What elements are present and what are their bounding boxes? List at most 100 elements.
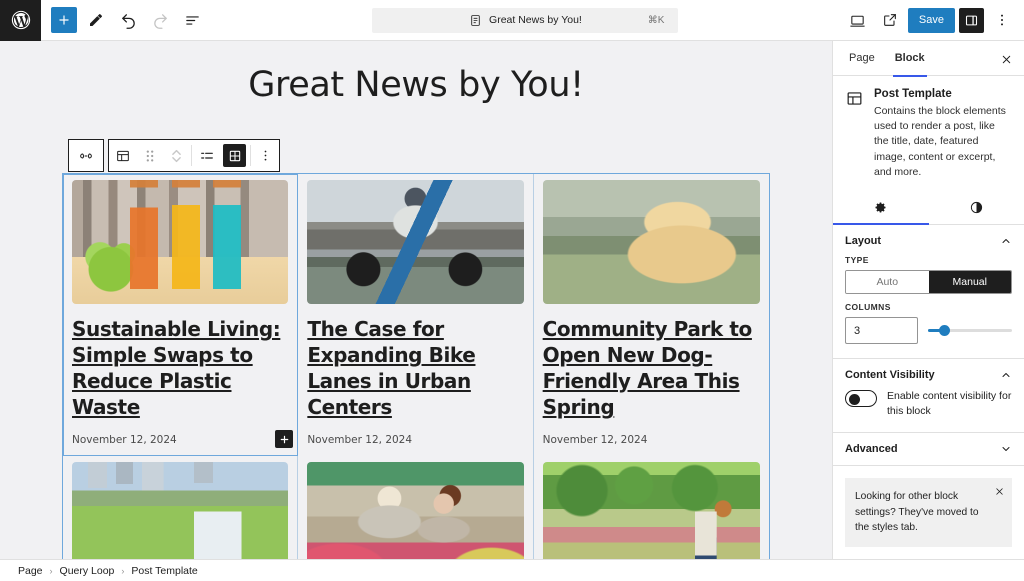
content-visibility-toggle[interactable] bbox=[845, 390, 877, 408]
block-description: Contains the block elements used to rend… bbox=[874, 105, 1006, 178]
external-link-icon bbox=[884, 14, 896, 26]
post-featured-image[interactable] bbox=[542, 462, 760, 559]
content-visibility-section: Content Visibility Enable content visibi… bbox=[833, 359, 1024, 434]
list-layout-button[interactable] bbox=[193, 140, 220, 171]
block-appender-button[interactable] bbox=[275, 430, 294, 448]
breadcrumb-item-page[interactable]: Page bbox=[18, 565, 43, 577]
plus-icon bbox=[59, 15, 69, 25]
document-shortcut: ⌘K bbox=[647, 14, 665, 26]
layout-type-auto-button[interactable]: Auto bbox=[846, 271, 929, 294]
redo-arrow-icon bbox=[153, 13, 167, 29]
close-x-icon bbox=[996, 488, 1003, 496]
toolbar-divider-2 bbox=[250, 145, 251, 166]
post-date[interactable]: November 12, 2024 bbox=[543, 434, 760, 446]
chevron-up-icon bbox=[1002, 239, 1010, 244]
grid-layout-button[interactable] bbox=[223, 144, 246, 167]
settings-sidebar-toggle-button[interactable] bbox=[959, 7, 984, 33]
toolbar-divider bbox=[191, 145, 192, 166]
layout-type-manual-button[interactable]: Manual bbox=[928, 271, 1011, 294]
block-info-text: Post Template Contains the block element… bbox=[874, 88, 1012, 180]
more-options-vertical-icon bbox=[1001, 14, 1003, 26]
breadcrumb-item-post-template[interactable]: Post Template bbox=[131, 565, 197, 577]
post-featured-image[interactable] bbox=[307, 462, 524, 559]
move-block-updown-button[interactable] bbox=[163, 140, 190, 171]
document-title-bar[interactable]: Great News by You! ⌘K bbox=[372, 7, 679, 33]
drag-block-handle[interactable] bbox=[136, 140, 163, 171]
save-button[interactable]: Save bbox=[907, 7, 955, 33]
top-bar-center: Great News by You! ⌘K bbox=[207, 7, 844, 33]
layout-section: Layout TYPE Auto Manual COLUMNS bbox=[833, 225, 1024, 360]
view-site-button[interactable] bbox=[876, 6, 904, 34]
close-sidebar-button[interactable] bbox=[996, 49, 1016, 69]
edit-tools-button[interactable] bbox=[81, 5, 111, 35]
post-item[interactable]: Sustainable Living: Simple Swaps to Redu… bbox=[63, 174, 299, 456]
tab-block[interactable]: Block bbox=[885, 41, 935, 77]
wordpress-logo-icon[interactable] bbox=[0, 0, 41, 41]
post-featured-image[interactable] bbox=[542, 180, 760, 304]
add-block-button[interactable] bbox=[49, 5, 79, 35]
advanced-heading: Advanced bbox=[845, 443, 898, 456]
inspector-tab-settings[interactable] bbox=[833, 190, 929, 226]
dismiss-notice-button[interactable] bbox=[994, 486, 1005, 502]
post-title-link[interactable]: Sustainable Living: Simple Swaps to Redu… bbox=[72, 316, 288, 420]
redo-button[interactable] bbox=[145, 5, 175, 35]
post-item[interactable]: Community Park to Open New Dog-Friendly … bbox=[534, 174, 769, 456]
block-type-button[interactable] bbox=[109, 140, 136, 171]
layout-section-header[interactable]: Layout bbox=[845, 235, 1012, 247]
post-template-grid[interactable]: Sustainable Living: Simple Swaps to Redu… bbox=[62, 173, 770, 559]
post-template-block-icon bbox=[116, 150, 129, 161]
post-title-link[interactable]: Community Park to Open New Dog-Friendly … bbox=[543, 316, 760, 420]
content-visibility-section-header[interactable]: Content Visibility bbox=[845, 369, 1012, 381]
grid-layout-button-wrap bbox=[220, 140, 249, 171]
block-info-card: Post Template Contains the block element… bbox=[833, 76, 1024, 190]
columns-label: COLUMNS bbox=[845, 302, 891, 313]
document-title: Great News by You! bbox=[489, 14, 582, 26]
plus-icon bbox=[280, 435, 289, 443]
sidebar-toggle-icon bbox=[965, 15, 978, 25]
list-view-button[interactable] bbox=[177, 5, 207, 35]
breadcrumb-separator: › bbox=[49, 565, 53, 576]
undo-button[interactable] bbox=[113, 5, 143, 35]
post-item[interactable] bbox=[298, 456, 534, 559]
post-template-block-icon bbox=[845, 89, 865, 109]
post-featured-image[interactable] bbox=[72, 180, 289, 304]
columns-slider[interactable] bbox=[928, 323, 1012, 339]
breadcrumb: Page › Query Loop › Post Template bbox=[0, 559, 1024, 581]
settings-sidebar: Page Block Post Template Contains the bl… bbox=[832, 41, 1024, 559]
notice-text: Looking for other block settings? They'v… bbox=[855, 491, 979, 534]
top-bar-right-tools: Save bbox=[844, 6, 1024, 34]
layout-type-segmented-control: Auto Manual bbox=[845, 270, 1012, 295]
device-preview-button[interactable] bbox=[844, 6, 872, 34]
more-options-vertical-icon bbox=[264, 150, 267, 161]
post-item[interactable] bbox=[534, 456, 769, 559]
post-featured-image[interactable] bbox=[307, 180, 524, 304]
page-title[interactable]: Great News by You! bbox=[0, 41, 832, 105]
page-document-icon bbox=[471, 14, 480, 26]
content-visibility-heading: Content Visibility bbox=[845, 369, 935, 382]
list-view-layout-icon bbox=[200, 152, 213, 159]
slider-thumb[interactable] bbox=[938, 325, 950, 337]
post-featured-image[interactable] bbox=[72, 462, 289, 559]
post-title-link[interactable]: The Case for Expanding Bike Lanes in Urb… bbox=[307, 316, 523, 420]
columns-number-input[interactable] bbox=[845, 317, 918, 345]
block-toolbar-main bbox=[108, 139, 280, 172]
post-date[interactable]: November 12, 2024 bbox=[72, 434, 288, 446]
post-item[interactable]: The Case for Expanding Bike Lanes in Urb… bbox=[298, 174, 534, 456]
breadcrumb-separator: › bbox=[121, 565, 125, 576]
block-toolbar bbox=[68, 139, 280, 172]
editor-top-bar: Great News by You! ⌘K Save bbox=[0, 0, 1024, 41]
editor-canvas-wrap: Great News by You! Sustainable Living: S… bbox=[0, 41, 832, 559]
styles-tab-notice: Looking for other block settings? They'v… bbox=[845, 478, 1012, 548]
editor-canvas[interactable]: Great News by You! Sustainable Living: S… bbox=[0, 41, 832, 559]
post-item[interactable] bbox=[63, 456, 299, 559]
select-parent-block-button[interactable] bbox=[68, 139, 104, 172]
editor-options-button[interactable] bbox=[988, 6, 1016, 34]
tab-page[interactable]: Page bbox=[839, 41, 885, 76]
breadcrumb-item-query-loop[interactable]: Query Loop bbox=[60, 565, 115, 577]
advanced-section: Advanced bbox=[833, 433, 1024, 467]
advanced-section-header[interactable]: Advanced bbox=[845, 443, 1012, 455]
block-more-options-button[interactable] bbox=[252, 140, 279, 171]
inspector-tab-styles[interactable] bbox=[929, 190, 1024, 224]
layout-heading: Layout bbox=[845, 235, 882, 248]
post-date[interactable]: November 12, 2024 bbox=[307, 434, 523, 446]
